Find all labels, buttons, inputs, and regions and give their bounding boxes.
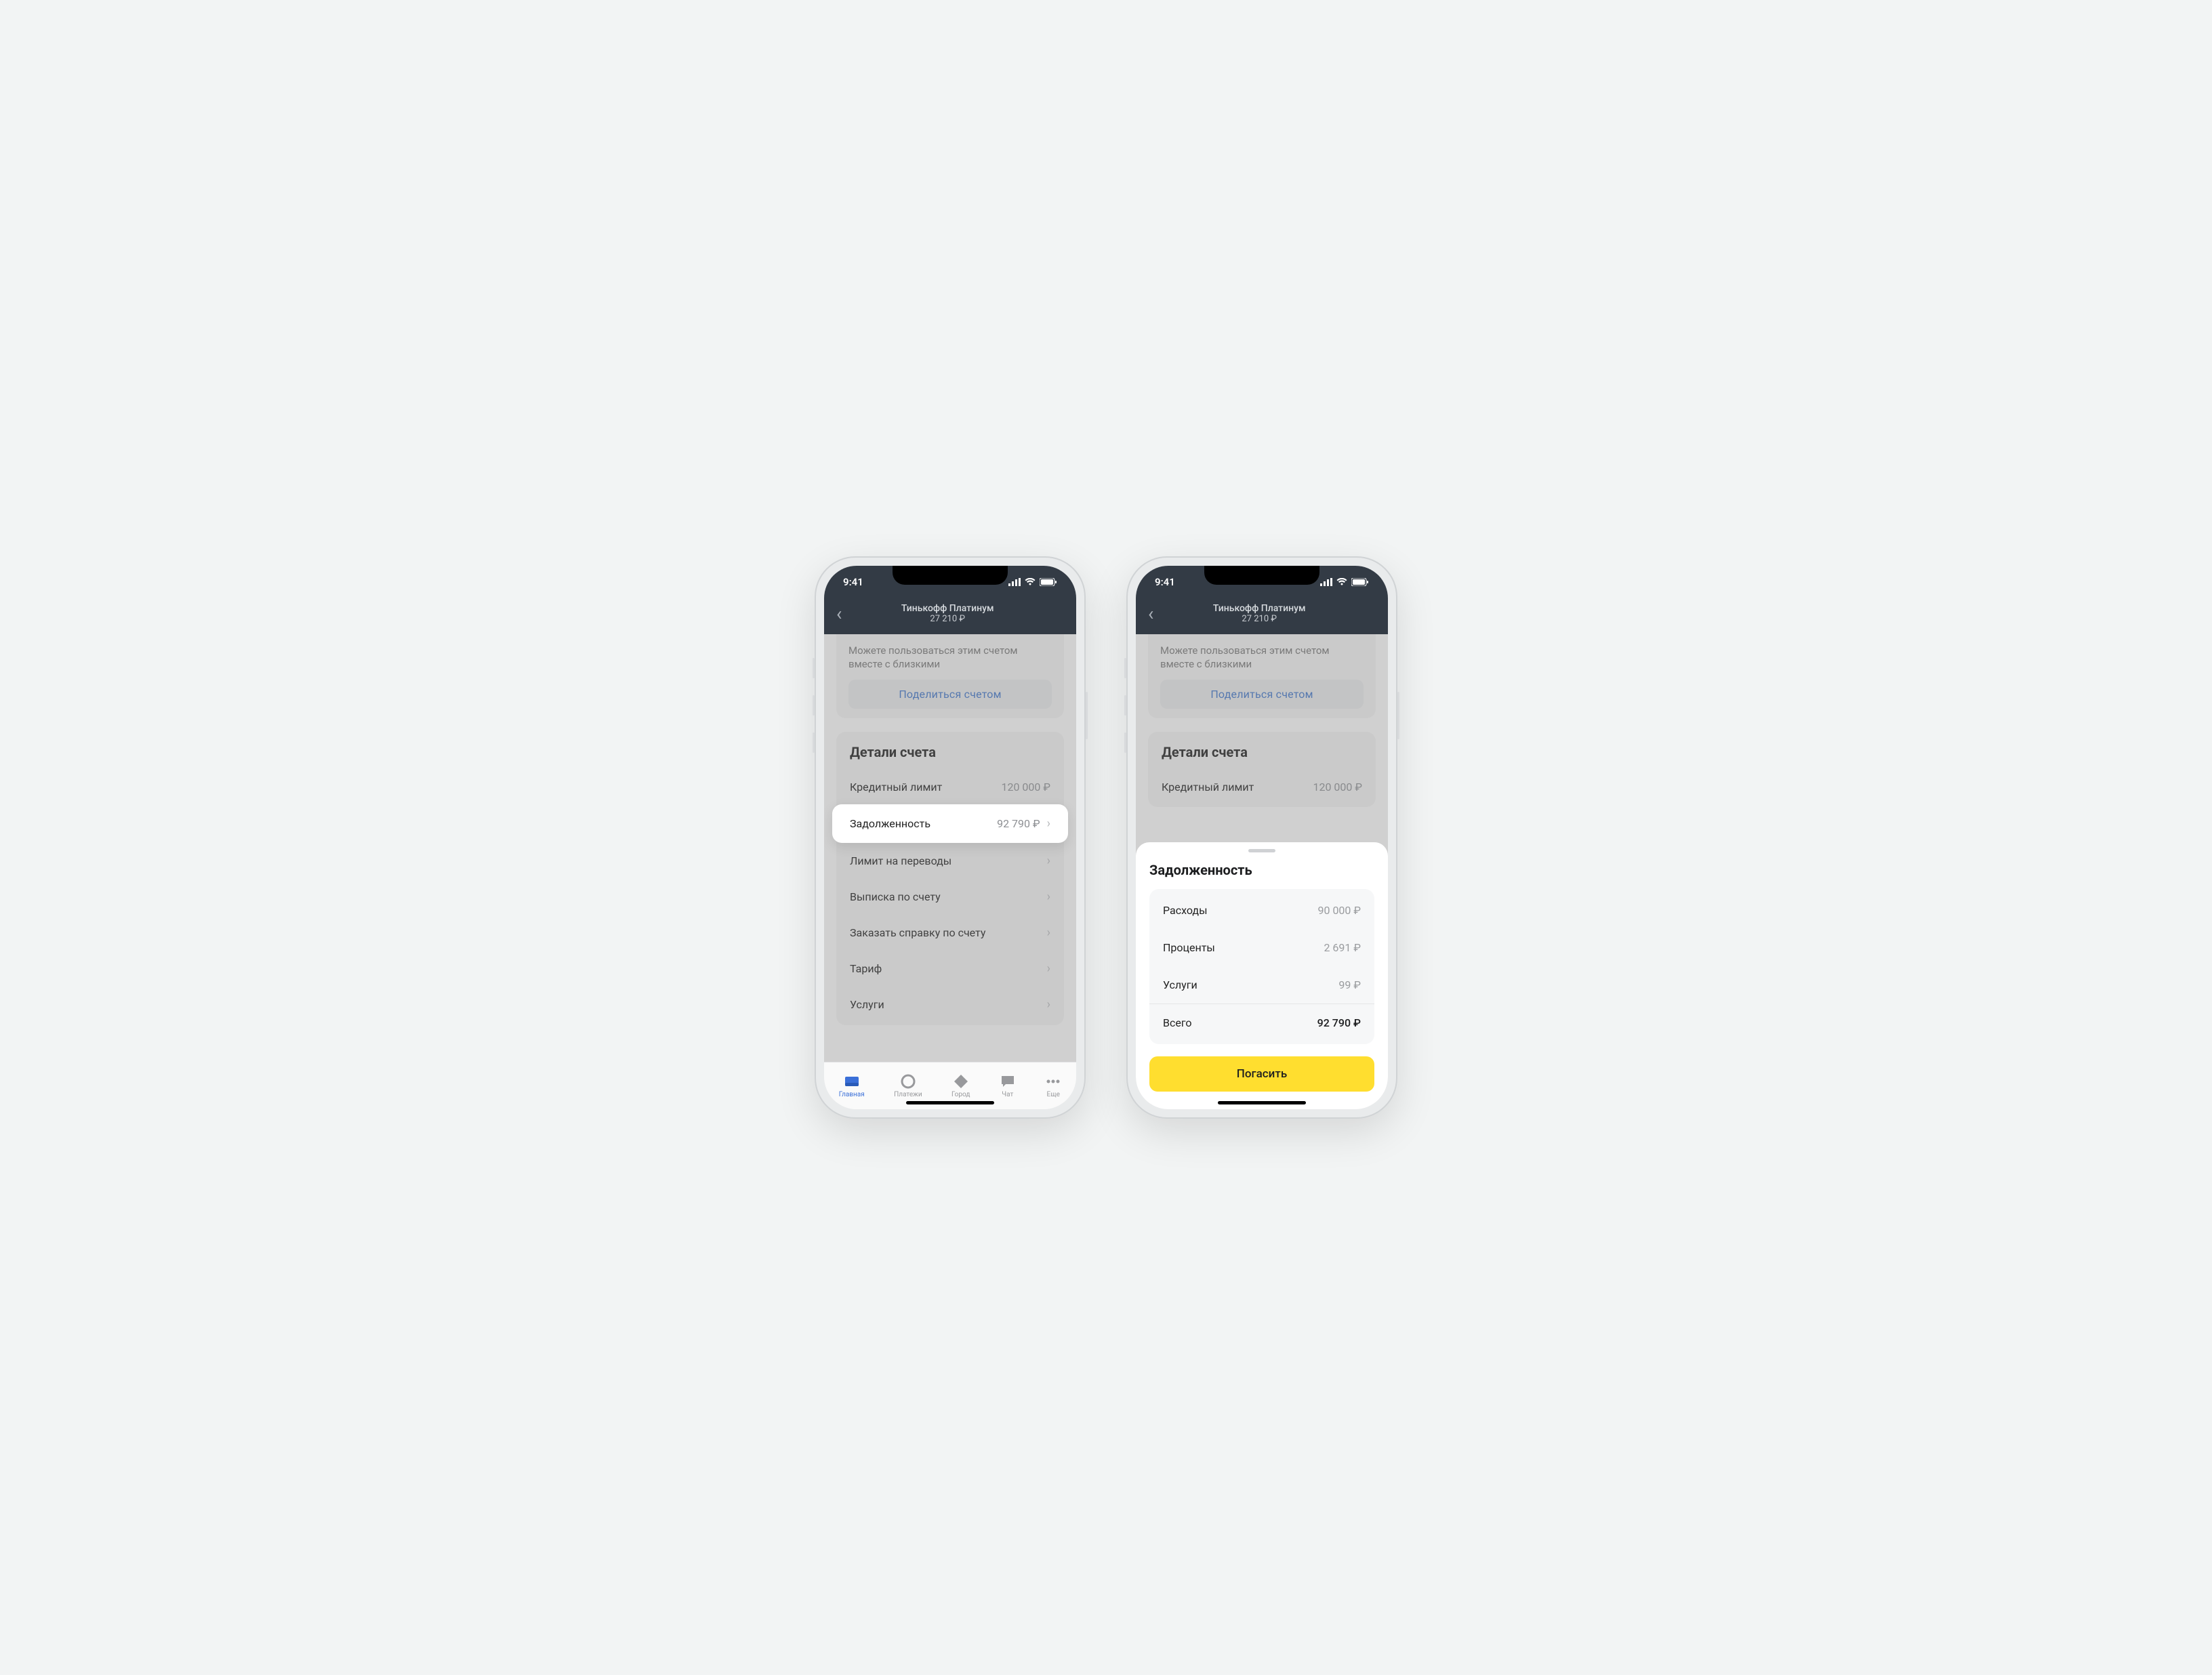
signal-icon: [1320, 578, 1332, 586]
chevron-right-icon: ›: [1047, 926, 1050, 940]
wifi-icon: [1025, 578, 1036, 586]
status-time: 9:41: [843, 576, 863, 588]
row-transfer-limit[interactable]: Лимит на переводы ›: [836, 843, 1064, 879]
share-card: Можете пользоваться этим счетом вместе с…: [836, 634, 1064, 718]
city-icon: [953, 1074, 969, 1089]
interest-label: Проценты: [1163, 941, 1215, 954]
row-expenses: Расходы 90 000 ₽: [1149, 892, 1374, 929]
share-button[interactable]: Поделиться счетом: [848, 680, 1052, 709]
wifi-icon: [1336, 578, 1347, 586]
nav-balance: 27 210 ₽: [1158, 614, 1361, 624]
tab-city[interactable]: Город: [951, 1074, 970, 1098]
chevron-right-icon: ›: [1047, 997, 1050, 1012]
details-title: Детали счета: [836, 744, 1064, 770]
sheet-title: Задолженность: [1149, 862, 1374, 878]
share-button[interactable]: Поделиться счетом: [1160, 680, 1364, 709]
chevron-right-icon: ›: [1047, 816, 1050, 831]
row-sheet-services: Услуги 99 ₽: [1149, 966, 1374, 1004]
share-text: Можете пользоваться этим счетом вместе с…: [848, 644, 1052, 671]
debt-value: 92 790 ₽: [997, 817, 1040, 830]
tariff-label: Тариф: [850, 962, 882, 975]
tab-city-label: Город: [951, 1091, 970, 1098]
notch: [893, 566, 1008, 585]
tab-home[interactable]: Главная: [839, 1074, 865, 1098]
share-card: Можете пользоваться этим счетом вместе с…: [1148, 634, 1376, 718]
tab-payments[interactable]: Платежи: [894, 1074, 922, 1098]
debt-label: Задолженность: [850, 817, 930, 830]
phone-mockup-right: 9:41 ‹ Тинькофф Платинум 27 210 ₽ Можете…: [1126, 556, 1397, 1119]
home-indicator[interactable]: [1218, 1101, 1306, 1104]
credit-limit-value: 120 000 ₽: [1001, 781, 1050, 793]
row-statement[interactable]: Выписка по счету ›: [836, 879, 1064, 915]
nav-title: Тинькофф Платинум: [846, 603, 1049, 614]
expenses-label: Расходы: [1163, 904, 1208, 917]
expenses-value: 90 000 ₽: [1317, 904, 1361, 917]
home-indicator[interactable]: [906, 1101, 994, 1104]
total-value: 92 790 ₽: [1317, 1016, 1361, 1029]
status-time: 9:41: [1155, 576, 1175, 588]
nav-title: Тинькофф Платинум: [1158, 603, 1361, 614]
sheet-services-label: Услуги: [1163, 978, 1197, 991]
nav-header: ‹ Тинькофф Платинум 27 210 ₽: [1136, 598, 1388, 634]
details-title: Детали счета: [1148, 744, 1376, 770]
row-services[interactable]: Услуги ›: [836, 987, 1064, 1022]
interest-value: 2 691 ₽: [1324, 941, 1361, 954]
battery-icon: [1040, 578, 1057, 586]
tab-payments-label: Платежи: [894, 1091, 922, 1098]
phone-mockup-left: 9:41 ‹ Тинькофф Платинум 27 210 ₽ Можете…: [815, 556, 1086, 1119]
tab-home-label: Главная: [839, 1091, 865, 1098]
row-credit-limit[interactable]: Кредитный лимит 120 000 ₽: [836, 770, 1064, 804]
total-label: Всего: [1163, 1016, 1192, 1029]
order-cert-label: Заказать справку по счету: [850, 926, 985, 939]
tab-chat[interactable]: Чат: [1000, 1074, 1016, 1098]
row-total: Всего 92 790 ₽: [1149, 1004, 1374, 1041]
battery-icon: [1351, 578, 1369, 586]
chevron-right-icon: ›: [1047, 854, 1050, 868]
back-icon[interactable]: ‹: [1144, 602, 1158, 625]
statement-label: Выписка по счету: [850, 890, 941, 903]
signal-icon: [1008, 578, 1021, 586]
debt-sheet: Задолженность Расходы 90 000 ₽ Проценты …: [1136, 842, 1388, 1109]
sheet-grabber[interactable]: [1248, 849, 1275, 852]
credit-limit-label: Кредитный лимит: [1162, 781, 1254, 793]
details-card: Детали счета Кредитный лимит 120 000 ₽ З…: [836, 732, 1064, 1025]
nav-header: ‹ Тинькофф Платинум 27 210 ₽: [824, 598, 1076, 634]
more-icon: [1045, 1074, 1061, 1089]
credit-limit-label: Кредитный лимит: [850, 781, 942, 793]
details-card: Детали счета Кредитный лимит 120 000 ₽: [1148, 732, 1376, 807]
row-credit-limit[interactable]: Кредитный лимит 120 000 ₽: [1148, 770, 1376, 804]
services-label: Услуги: [850, 998, 884, 1011]
transfer-limit-label: Лимит на переводы: [850, 854, 951, 867]
row-debt[interactable]: Задолженность 92 790 ₽ ›: [832, 804, 1068, 843]
credit-limit-value: 120 000 ₽: [1313, 781, 1362, 793]
home-icon: [844, 1074, 860, 1089]
sheet-services-value: 99 ₽: [1338, 978, 1361, 991]
tab-more[interactable]: Еще: [1045, 1074, 1061, 1098]
tab-chat-label: Чат: [1002, 1091, 1013, 1098]
pay-button[interactable]: Погасить: [1149, 1056, 1374, 1092]
sheet-card: Расходы 90 000 ₽ Проценты 2 691 ₽ Услуги…: [1149, 889, 1374, 1044]
chevron-right-icon: ›: [1047, 890, 1050, 904]
row-order-cert[interactable]: Заказать справку по счету ›: [836, 915, 1064, 951]
row-tariff[interactable]: Тариф ›: [836, 951, 1064, 987]
row-interest: Проценты 2 691 ₽: [1149, 929, 1374, 966]
tab-more-label: Еще: [1047, 1091, 1060, 1098]
chevron-right-icon: ›: [1047, 961, 1050, 976]
chat-icon: [1000, 1074, 1016, 1089]
back-icon[interactable]: ‹: [832, 602, 846, 625]
payments-icon: [900, 1074, 916, 1089]
share-text: Можете пользоваться этим счетом вместе с…: [1160, 644, 1364, 671]
notch: [1204, 566, 1319, 585]
nav-balance: 27 210 ₽: [846, 614, 1049, 624]
